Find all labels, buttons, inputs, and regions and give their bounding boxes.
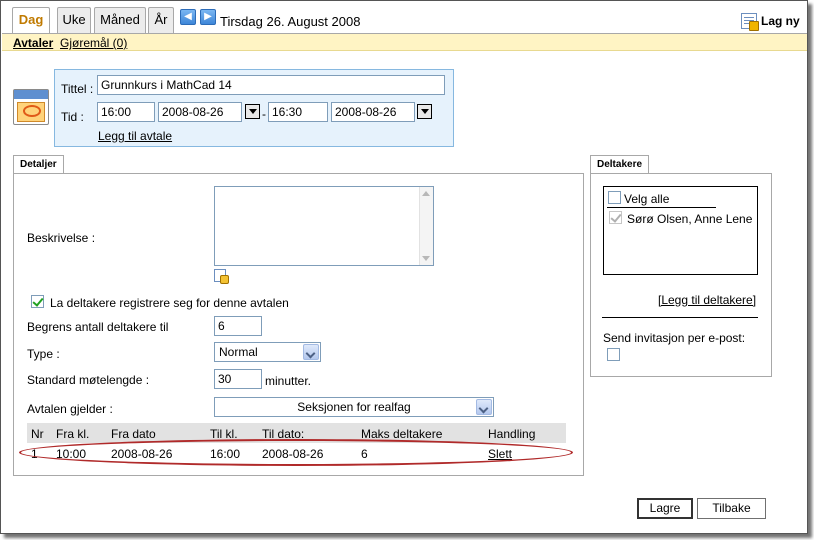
add-participants-link[interactable]: [Legg til deltakere]	[658, 293, 756, 307]
duration-input[interactable]: 30	[214, 369, 262, 389]
list-divider	[607, 207, 716, 208]
title-input[interactable]: Grunnkurs i MathCad 14	[97, 75, 445, 95]
end-date-picker-icon[interactable]	[417, 104, 432, 119]
end-date-input[interactable]: 2008-08-26	[331, 102, 415, 122]
limit-input[interactable]: 6	[214, 316, 262, 336]
start-date-input[interactable]: 2008-08-26	[158, 102, 242, 122]
start-time-input[interactable]: 16:00	[97, 102, 155, 122]
new-appointment-icon	[741, 13, 759, 31]
add-appointment-link[interactable]: Legg til avtale	[98, 129, 172, 143]
select-all-checkbox[interactable]	[608, 191, 621, 204]
participant-checkbox[interactable]	[609, 211, 622, 224]
col-from-date: Fra dato	[111, 427, 156, 441]
select-all-label: Velg alle	[624, 192, 670, 206]
current-date-title: Tirsdag 26. August 2008	[220, 14, 361, 29]
invite-checkbox[interactable]	[607, 348, 620, 361]
col-action: Handling	[488, 427, 536, 441]
new-appointment-label: Lag ny	[761, 14, 800, 28]
new-appointment-button[interactable]: Lag ny	[741, 13, 800, 31]
participant-name: Sørø Olsen, Anne Lene	[627, 212, 753, 226]
description-label: Beskrivelse :	[27, 231, 96, 245]
register-label: La deltakere registrere seg for denne av…	[50, 296, 289, 310]
description-textarea[interactable]	[214, 186, 434, 266]
description-scrollbar[interactable]	[419, 187, 433, 265]
applies-select[interactable]: Seksjonen for realfag	[214, 397, 494, 417]
app-window: Dag Uke Måned År ◀ ▶ Tirsdag 26. August …	[0, 0, 808, 534]
tab-month[interactable]: Måned	[94, 7, 146, 33]
tab-day[interactable]: Dag	[12, 7, 50, 34]
invite-label: Send invitasjon per e-post:	[603, 331, 746, 345]
attach-icon[interactable]	[214, 269, 230, 285]
arrow-right-icon[interactable]: ▶	[200, 9, 216, 25]
tab-week[interactable]: Uke	[57, 7, 91, 33]
time-label: Tid :	[61, 110, 84, 124]
sub-navigation: Avtaler Gjøremål (0)	[2, 33, 807, 51]
applies-label: Avtalen gjelder :	[27, 402, 113, 416]
duration-unit: minutter.	[265, 374, 312, 388]
col-from-time: Fra kl.	[56, 427, 90, 441]
chevron-down-icon	[476, 399, 492, 415]
col-nr: Nr	[31, 427, 44, 441]
end-time-input[interactable]: 16:30	[268, 102, 328, 122]
participants-divider	[602, 317, 758, 318]
subnav-appointments[interactable]: Avtaler	[13, 36, 53, 50]
tab-participants[interactable]: Deltakere	[590, 155, 650, 174]
duration-label: Standard møtelengde :	[27, 373, 150, 387]
tab-year[interactable]: År	[148, 7, 174, 33]
chevron-down-icon	[303, 344, 319, 360]
back-button[interactable]: Tilbake	[697, 498, 766, 519]
arrow-left-icon[interactable]: ◀	[180, 9, 196, 25]
type-select-value: Normal	[219, 345, 258, 359]
limit-label: Begrens antall deltakere til	[27, 320, 169, 334]
subnav-tasks[interactable]: Gjøremål (0)	[60, 36, 127, 50]
time-separator: -	[262, 107, 266, 121]
applies-select-value: Seksjonen for realfag	[297, 400, 411, 414]
highlight-annotation	[19, 439, 573, 466]
start-date-picker-icon[interactable]	[245, 104, 260, 119]
tab-details[interactable]: Detaljer	[13, 155, 64, 174]
type-select[interactable]: Normal	[214, 342, 321, 362]
type-label: Type :	[27, 347, 60, 361]
register-checkbox[interactable]	[31, 295, 44, 308]
calendar-icon	[13, 89, 49, 125]
title-label: Tittel :	[61, 82, 94, 96]
save-button[interactable]: Lagre	[637, 498, 693, 519]
